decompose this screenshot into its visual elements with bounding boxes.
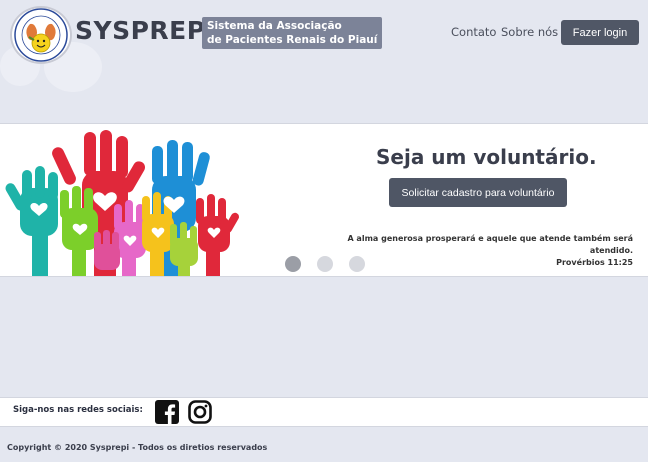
hand-red-small [196, 194, 239, 276]
logo[interactable] [10, 6, 72, 64]
login-button[interactable]: Fazer login [561, 20, 639, 45]
tagline-line-1: Sistema da Associação [207, 20, 342, 32]
hand-teal [5, 166, 58, 276]
hand-magenta [94, 230, 120, 270]
banner-headline: Seja um voluntário. [376, 145, 597, 169]
carousel-dot-1[interactable] [285, 256, 301, 272]
quote-text: A alma generosa prosperará e aquele que … [347, 234, 633, 255]
facebook-icon[interactable] [155, 400, 179, 424]
volunteer-hands-image [5, 130, 239, 276]
brand-tagline: Sistema da Associação de Pacientes Renai… [202, 17, 383, 49]
copyright: Copyright © 2020 Sysprepi - Todos os dir… [7, 443, 268, 452]
brand-name: SYSPREPI [75, 16, 216, 45]
volunteer-signup-button[interactable]: Solicitar cadastro para voluntário [389, 178, 567, 207]
carousel-dot-3[interactable] [349, 256, 365, 272]
logo-kidney-icon [14, 8, 68, 62]
carousel-dot-2[interactable] [317, 256, 333, 272]
instagram-icon[interactable] [188, 400, 212, 424]
nav-contato[interactable]: Contato [451, 25, 496, 39]
tagline-line-2: de Pacientes Renais do Piauí [207, 34, 378, 46]
social-label: Siga-nos nas redes sociais: [13, 405, 143, 415]
nav-sobre-nos[interactable]: Sobre nós [501, 25, 558, 39]
